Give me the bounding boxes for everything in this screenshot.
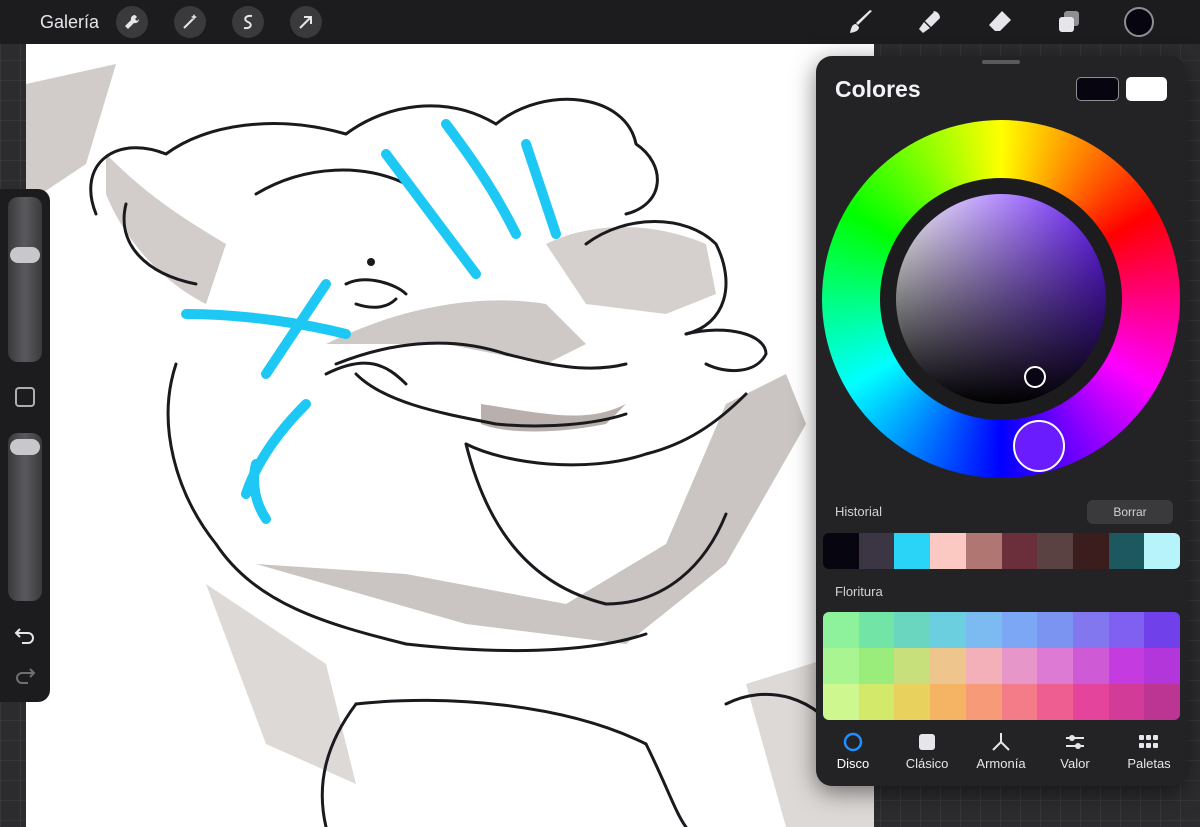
palette-swatch[interactable] — [1001, 648, 1038, 684]
tab-label: Valor — [1060, 756, 1090, 771]
history-label: Historial — [835, 504, 882, 519]
palette-swatch[interactable] — [823, 648, 859, 684]
saturation-brightness-disc[interactable] — [896, 194, 1106, 404]
opacity-slider[interactable] — [8, 433, 42, 601]
history-swatch[interactable] — [1144, 533, 1180, 569]
disc-icon — [842, 732, 864, 752]
smudge-icon[interactable] — [914, 6, 946, 38]
history-swatch[interactable] — [1037, 533, 1073, 569]
tab-paletas[interactable]: Paletas — [1112, 732, 1186, 780]
palette-swatch[interactable] — [1108, 648, 1145, 684]
eraser-icon[interactable] — [984, 6, 1016, 38]
top-toolbar: Galería — [0, 0, 1200, 44]
saturation-brightness-marker[interactable] — [1024, 366, 1046, 388]
history-swatch[interactable] — [823, 533, 859, 569]
palette-swatch[interactable] — [1108, 684, 1145, 720]
palette-swatch[interactable] — [894, 684, 931, 720]
palette-swatch[interactable] — [1072, 684, 1109, 720]
tab-label: Paletas — [1127, 756, 1171, 771]
tab-label: Clásico — [905, 756, 949, 771]
palette-swatch[interactable] — [823, 684, 859, 720]
palette-swatches — [823, 612, 1180, 720]
colors-panel: Colores Historial Borrar Floritura Disco… — [816, 56, 1186, 786]
current-color-button[interactable] — [1124, 7, 1154, 37]
selection-s-icon[interactable] — [232, 6, 264, 38]
palette-label: Floritura — [835, 584, 883, 599]
palette-swatch[interactable] — [1037, 612, 1073, 648]
drawing-canvas[interactable] — [26, 44, 874, 827]
palette-swatch[interactable] — [1144, 648, 1180, 684]
tab-label: Disco — [836, 756, 870, 771]
panel-title: Colores — [835, 76, 921, 102]
wrench-icon[interactable] — [116, 6, 148, 38]
palette-swatch[interactable] — [1144, 684, 1180, 720]
history-swatches — [823, 533, 1180, 569]
history-swatch[interactable] — [1001, 533, 1038, 569]
palette-swatch[interactable] — [1072, 648, 1109, 684]
harmony-icon — [990, 732, 1012, 752]
palette-swatch[interactable] — [930, 684, 966, 720]
palette-swatch[interactable] — [1001, 612, 1038, 648]
history-swatch[interactable] — [930, 533, 966, 569]
tab-label: Armonía — [976, 756, 1026, 771]
clear-history-button[interactable]: Borrar — [1087, 500, 1173, 524]
palette-swatch[interactable] — [965, 648, 1002, 684]
bear-sketch-artwork — [26, 64, 874, 827]
undo-icon[interactable] — [12, 625, 38, 649]
tab-valor[interactable]: Valor — [1038, 732, 1112, 780]
tab-disco[interactable]: Disco — [816, 732, 890, 780]
redo-icon[interactable] — [12, 665, 38, 689]
gallery-button[interactable]: Galería — [40, 12, 99, 33]
color-mode-tabs: Disco Clásico Armonía Valor Paletas — [816, 732, 1186, 780]
sliders-icon — [1064, 732, 1086, 752]
opacity-thumb[interactable] — [10, 439, 40, 455]
palette-swatch[interactable] — [1037, 648, 1073, 684]
history-swatch[interactable] — [965, 533, 1002, 569]
brush-size-thumb[interactable] — [10, 247, 40, 263]
secondary-color-swatch[interactable] — [1126, 77, 1167, 101]
tab-armonia[interactable]: Armonía — [964, 732, 1038, 780]
palette-swatch[interactable] — [930, 612, 966, 648]
palette-swatch[interactable] — [1072, 612, 1109, 648]
classic-square-icon — [916, 732, 938, 752]
palette-swatch[interactable] — [894, 648, 931, 684]
palette-swatch[interactable] — [894, 612, 931, 648]
panel-grip-handle[interactable] — [982, 60, 1020, 64]
palette-swatch[interactable] — [858, 648, 895, 684]
magic-wand-icon[interactable] — [174, 6, 206, 38]
palettes-grid-icon — [1138, 732, 1160, 752]
palette-swatch[interactable] — [1001, 684, 1038, 720]
brush-size-slider[interactable] — [8, 197, 42, 362]
left-sidebar — [0, 189, 50, 702]
layers-icon[interactable] — [1053, 6, 1085, 38]
eyedropper-square-button[interactable] — [15, 387, 35, 407]
history-swatch[interactable] — [1108, 533, 1145, 569]
palette-swatch[interactable] — [1037, 684, 1073, 720]
palette-swatch[interactable] — [858, 612, 895, 648]
arrow-icon[interactable] — [290, 6, 322, 38]
palette-swatch[interactable] — [1108, 612, 1145, 648]
primary-color-swatch[interactable] — [1076, 77, 1119, 101]
palette-swatch[interactable] — [1144, 612, 1180, 648]
palette-swatch[interactable] — [823, 612, 859, 648]
history-swatch[interactable] — [894, 533, 931, 569]
brush-icon[interactable] — [845, 6, 877, 38]
hue-marker[interactable] — [1013, 420, 1065, 472]
palette-swatch[interactable] — [965, 612, 1002, 648]
palette-swatch[interactable] — [965, 684, 1002, 720]
hue-ring[interactable] — [822, 120, 1180, 478]
history-swatch[interactable] — [858, 533, 895, 569]
palette-swatch[interactable] — [858, 684, 895, 720]
palette-swatch[interactable] — [930, 648, 966, 684]
history-swatch[interactable] — [1072, 533, 1109, 569]
tab-clasico[interactable]: Clásico — [890, 732, 964, 780]
